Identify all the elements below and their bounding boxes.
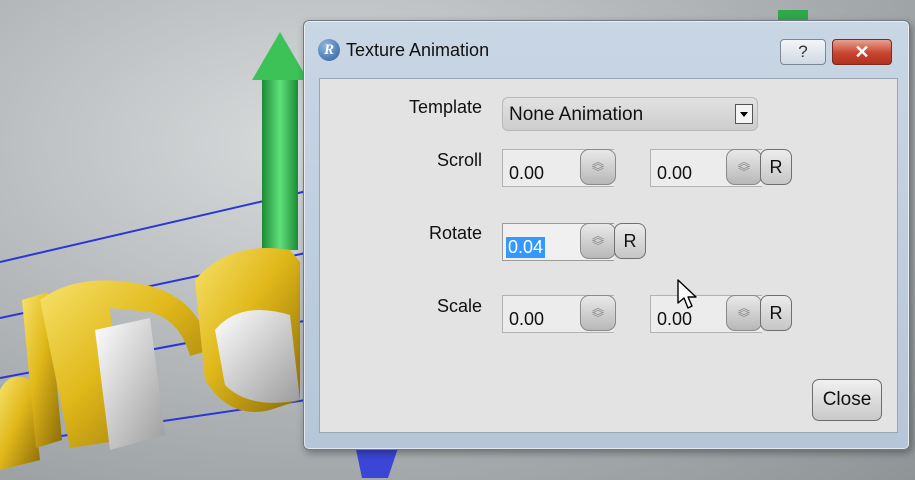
scroll-reset-button[interactable]: R [760,149,792,185]
scroll-v-spinner[interactable]: ︽ ︾ [726,149,762,185]
mouse-pointer-icon [677,279,697,309]
scale-v-value: 0.00 [657,309,693,329]
spinner-icon: ︽ ︾ [591,155,604,179]
template-selected-value: None Animation [509,104,644,125]
title-bar[interactable]: R Texture Animation ? ✕ [304,21,909,65]
scroll-v-value: 0.00 [657,163,693,183]
dialog-content: Template None Animation Scroll 0.00 ︽ ︾ 0… [319,78,898,433]
help-button[interactable]: ? [780,39,826,65]
close-button[interactable]: Close [812,379,882,421]
help-icon: ? [798,42,808,61]
scroll-label: Scroll [436,150,482,170]
template-dropdown[interactable]: None Animation [502,97,758,131]
spinner-icon: ︽ ︾ [591,229,604,253]
scroll-u-spinner[interactable]: ︽ ︾ [580,149,616,185]
texture-animation-dialog: R Texture Animation ? ✕ Template None An… [303,20,910,450]
app-logo-icon: R [318,39,340,61]
scale-u-spinner[interactable]: ︽ ︾ [580,295,616,331]
template-label: Template [408,97,482,117]
dropdown-arrow-icon[interactable] [735,104,753,124]
spinner-icon: ︽ ︾ [591,301,604,325]
window-close-button[interactable]: ✕ [832,39,892,65]
close-icon: ✕ [854,42,870,62]
scale-v-spinner[interactable]: ︽ ︾ [726,295,762,331]
scale-label: Scale [436,296,482,316]
rotate-label: Rotate [428,223,482,243]
spinner-icon: ︽ ︾ [737,301,750,325]
scale-u-value: 0.00 [509,309,545,329]
rotate-value: 0.04 [506,237,546,258]
scale-reset-button[interactable]: R [760,295,792,331]
dialog-title: Texture Animation [346,40,490,60]
rotate-spinner[interactable]: ︽ ︾ [580,223,616,259]
spinner-icon: ︽ ︾ [737,155,750,179]
scroll-u-value: 0.00 [509,163,545,183]
rotate-reset-button[interactable]: R [614,223,646,259]
